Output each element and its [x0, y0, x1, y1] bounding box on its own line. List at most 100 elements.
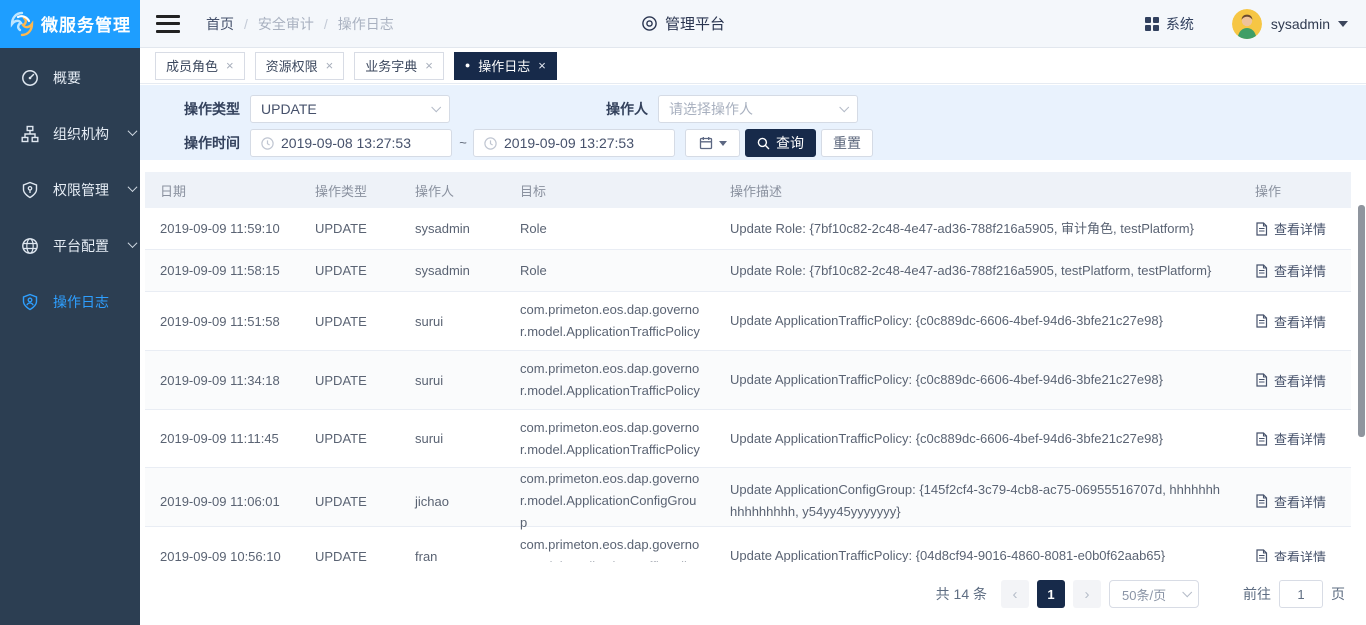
system-menu[interactable]: 系统	[1145, 14, 1194, 34]
close-icon[interactable]: ×	[326, 59, 334, 72]
user-caret-down-icon[interactable]	[1338, 21, 1348, 27]
cell-target: com.primeton.eos.dap.governor.model.Appl…	[505, 468, 715, 534]
tab-resource-permissions[interactable]: 资源权限 ×	[255, 52, 345, 80]
goto-page-input[interactable]	[1279, 580, 1323, 608]
table-row: 2019-09-09 11:51:58 UPDATE surui com.pri…	[145, 292, 1351, 351]
view-detail-label: 查看详情	[1274, 312, 1326, 331]
logo-swirl-icon	[9, 11, 35, 37]
column-header-type: 操作类型	[300, 172, 400, 208]
close-icon[interactable]: ×	[425, 59, 433, 72]
view-detail-link[interactable]: 查看详情	[1240, 527, 1351, 562]
platform-title-label: 管理平台	[665, 13, 725, 34]
tab-operation-log[interactable]: ● 操作日志 ×	[454, 52, 557, 80]
sidebar-item-overview[interactable]: 概要	[0, 50, 140, 106]
cell-target: com.primeton.eos.dap.governor.model.Appl…	[505, 410, 715, 467]
breadcrumb-separator: /	[324, 16, 328, 32]
main-content: 成员角色 × 资源权限 × 业务字典 × ● 操作日志 × 操作类型 UPDAT…	[140, 48, 1366, 625]
chevron-down-icon	[1182, 587, 1192, 597]
reset-button[interactable]: 重置	[821, 129, 873, 157]
sidebar-item-platform-config[interactable]: 平台配置	[0, 218, 140, 274]
tab-business-dictionary[interactable]: 业务字典 ×	[354, 52, 444, 80]
header-right: 系统 sysadmin	[1145, 9, 1366, 39]
table-row: 2019-09-09 11:11:45 UPDATE surui com.pri…	[145, 410, 1351, 468]
cell-description: Update ApplicationTrafficPolicy: {c0c889…	[715, 351, 1240, 409]
chevron-down-icon	[128, 182, 138, 192]
operator-select[interactable]: 请选择操作人	[658, 95, 858, 123]
app-logo[interactable]: 微服务管理	[0, 0, 140, 48]
cell-operator: sysadmin	[400, 250, 505, 291]
time-to-input[interactable]: 2019-09-09 13:27:53	[473, 129, 675, 157]
close-icon[interactable]: ×	[226, 59, 234, 72]
tab-label: 资源权限	[266, 56, 318, 75]
range-tilde: ~	[456, 129, 470, 157]
page-size-select[interactable]: 50条/页	[1109, 580, 1199, 608]
cell-target: Role	[505, 250, 715, 291]
table-row: 2019-09-09 11:34:18 UPDATE surui com.pri…	[145, 351, 1351, 410]
goto-label: 前往	[1243, 584, 1271, 604]
username-label[interactable]: sysadmin	[1271, 16, 1330, 32]
breadcrumb-home[interactable]: 首页	[206, 14, 234, 34]
sidebar-item-label: 操作日志	[53, 292, 109, 312]
next-page-button[interactable]: ›	[1073, 580, 1101, 608]
cell-date: 2019-09-09 11:11:45	[145, 410, 300, 467]
cell-operator: surui	[400, 410, 505, 467]
vertical-scrollbar[interactable]	[1358, 205, 1365, 437]
view-detail-link[interactable]: 查看详情	[1240, 468, 1351, 534]
cell-target: com.primeton.eos.dap.governor.model.Appl…	[505, 527, 715, 562]
pagination-total: 共 14 条	[936, 584, 987, 604]
view-detail-link[interactable]: 查看详情	[1240, 292, 1351, 350]
prev-page-button[interactable]: ‹	[1001, 580, 1029, 608]
close-icon[interactable]: ×	[538, 59, 546, 72]
operation-type-select[interactable]: UPDATE	[250, 95, 450, 123]
sidebar-item-operation-log[interactable]: 操作日志	[0, 274, 140, 330]
cell-date: 2019-09-09 11:34:18	[145, 351, 300, 409]
cell-type: UPDATE	[300, 292, 400, 350]
table-row: 2019-09-09 11:58:15 UPDATE sysadmin Role…	[145, 250, 1351, 292]
cell-description: Update ApplicationConfigGroup: {145f2cf4…	[715, 468, 1240, 534]
table-row: 2019-09-09 11:06:01 UPDATE jichao com.pr…	[145, 468, 1351, 527]
hamburger-menu-icon[interactable]	[156, 15, 180, 33]
cell-operator: surui	[400, 351, 505, 409]
document-icon	[1255, 222, 1268, 236]
sidebar-item-label: 组织机构	[53, 124, 109, 144]
page-size-value: 50条/页	[1122, 585, 1166, 604]
view-detail-link[interactable]: 查看详情	[1240, 410, 1351, 467]
breadcrumb-security-audit[interactable]: 安全审计	[258, 14, 314, 34]
view-detail-link[interactable]: 查看详情	[1240, 351, 1351, 409]
document-icon	[1255, 494, 1268, 508]
page-number-button[interactable]: 1	[1037, 580, 1065, 608]
tab-member-roles[interactable]: 成员角色 ×	[155, 52, 245, 80]
avatar[interactable]	[1232, 9, 1262, 39]
cell-description: Update ApplicationTrafficPolicy: {04d8cf…	[715, 527, 1240, 562]
query-button[interactable]: 查询	[745, 129, 816, 157]
audit-log-icon	[21, 293, 39, 311]
breadcrumb-operation-log: 操作日志	[338, 14, 394, 34]
filter-panel: 操作类型 UPDATE 操作人 请选择操作人 操作时间 2019-09-08 1…	[140, 85, 1366, 160]
time-from-input[interactable]: 2019-09-08 13:27:53	[250, 129, 452, 157]
clock-icon	[484, 137, 497, 150]
shield-key-icon	[21, 181, 39, 199]
column-header-description: 操作描述	[715, 172, 1240, 208]
view-detail-label: 查看详情	[1274, 219, 1326, 238]
cell-description: Update ApplicationTrafficPolicy: {c0c889…	[715, 292, 1240, 350]
cell-date: 2019-09-09 10:56:10	[145, 527, 300, 562]
cell-target: Role	[505, 208, 715, 249]
next-icon: ›	[1085, 586, 1090, 603]
sidebar-item-permissions[interactable]: 权限管理	[0, 162, 140, 218]
clock-icon	[261, 137, 274, 150]
top-header: 微服务管理 首页 / 安全审计 / 操作日志 管理平台 系统	[0, 0, 1366, 48]
cell-date: 2019-09-09 11:58:15	[145, 250, 300, 291]
globe-icon	[21, 237, 39, 255]
chevron-down-icon	[128, 238, 138, 248]
document-icon	[1255, 314, 1268, 328]
operation-time-label: 操作时间	[140, 129, 240, 157]
operator-placeholder: 请选择操作人	[669, 99, 753, 119]
sidebar-nav: 概要 组织机构 权限管理 平台配置 操作日志	[0, 48, 140, 625]
view-detail-link[interactable]: 查看详情	[1240, 208, 1351, 249]
view-detail-link[interactable]: 查看详情	[1240, 250, 1351, 291]
document-icon	[1255, 264, 1268, 278]
calendar-picker-button[interactable]	[685, 129, 740, 157]
sidebar-item-organization[interactable]: 组织机构	[0, 106, 140, 162]
chevron-down-icon	[839, 102, 849, 112]
tab-label: 操作日志	[478, 56, 530, 75]
